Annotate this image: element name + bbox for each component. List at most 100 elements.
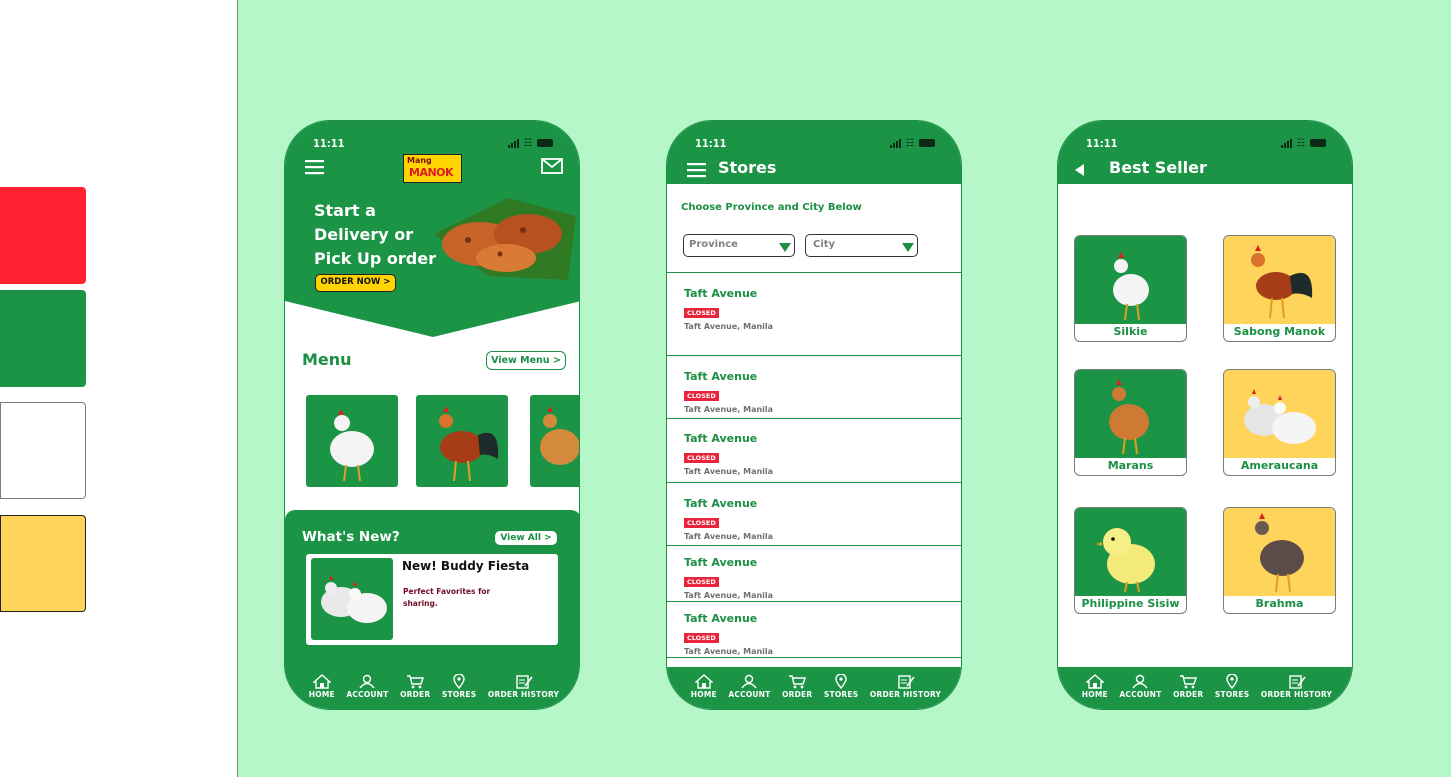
status-time: 11:11 (1086, 136, 1118, 150)
whats-new-title: What's New? (302, 529, 400, 545)
chevron-down-icon (902, 243, 914, 252)
store-item[interactable]: Taft Avenue CLOSED Taft Avenue, Manila (667, 601, 961, 658)
nav-home-label: HOME (690, 690, 717, 699)
logo-bottom-text: MANOK (409, 166, 454, 179)
product-image (1224, 370, 1335, 458)
product-image (1075, 370, 1186, 458)
product-card-brahma[interactable]: Brahma (1223, 507, 1336, 614)
closed-badge: CLOSED (684, 633, 719, 643)
status-time: 11:11 (695, 136, 727, 150)
product-label: Ameraucana (1240, 459, 1319, 472)
nav-stores[interactable]: STORES (824, 674, 858, 699)
nav-account-label: ACCOUNT (728, 690, 771, 699)
menu-item-brown-hen[interactable] (530, 395, 579, 487)
nav-stores-label: STORES (1214, 690, 1250, 699)
nav-order-history[interactable]: ORDER HISTORY (488, 674, 559, 699)
cart-icon (789, 675, 807, 689)
nav-order-history[interactable]: ORDER HISTORY (870, 674, 941, 699)
location-pin-icon (835, 674, 847, 689)
signal-icon (507, 138, 519, 148)
closed-badge: CLOSED (684, 308, 719, 318)
choose-location-text: Choose Province and City Below (681, 202, 862, 213)
nav-order[interactable]: ORDER (1173, 674, 1203, 699)
home-icon (312, 674, 331, 689)
promo-card[interactable]: New! Buddy Fiesta Perfect Favorites for … (306, 554, 558, 645)
store-item[interactable]: Taft Avenue CLOSED Taft Avenue, Manila (667, 545, 961, 601)
menu-item-white-chicken[interactable] (306, 395, 398, 487)
product-label: Philippine Sisiw (1081, 597, 1180, 610)
nav-order-history-label: ORDER HISTORY (1260, 690, 1333, 699)
promo-description: Perfect Favorites for sharing. (403, 587, 491, 608)
back-arrow-icon[interactable] (1075, 164, 1085, 176)
hero-line-1: Start a (314, 201, 376, 220)
hero-line-3: Pick Up order (314, 249, 436, 268)
hero-text: Start a Delivery or Pick Up order (314, 199, 436, 271)
product-card-silkie[interactable]: Silkie (1074, 235, 1187, 342)
nav-stores[interactable]: STORES (1215, 674, 1249, 699)
nav-order-history[interactable]: ORDER HISTORY (1261, 674, 1332, 699)
store-item[interactable]: Taft Avenue CLOSED Taft Avenue, Manila (667, 418, 961, 482)
hero-line-2: Delivery or (314, 225, 414, 244)
order-now-button[interactable]: ORDER NOW > (315, 274, 396, 292)
nav-account-label: ACCOUNT (346, 690, 389, 699)
status-time: 11:11 (313, 136, 345, 150)
menu-item-rooster[interactable] (416, 395, 508, 487)
nav-home-label: HOME (1081, 690, 1108, 699)
store-item[interactable]: Taft Avenue CLOSED Taft Avenue, Manila (667, 355, 961, 418)
nav-home-label: HOME (308, 690, 335, 699)
nav-order-history-label: ORDER HISTORY (487, 690, 560, 699)
city-select[interactable]: City (805, 234, 918, 257)
promo-title: New! Buddy Fiesta (402, 559, 530, 573)
store-address: Taft Avenue, Manila (684, 647, 774, 656)
hamburger-menu-icon[interactable] (687, 162, 707, 178)
province-select[interactable]: Province (683, 234, 795, 257)
product-card-sabong-manok[interactable]: Sabong Manok (1223, 235, 1336, 342)
closed-badge: CLOSED (684, 453, 719, 463)
product-label: Sabong Manok (1233, 325, 1326, 338)
nav-stores[interactable]: STORES (442, 674, 476, 699)
cart-icon (407, 675, 425, 689)
product-card-ameraucana[interactable]: Ameraucana (1223, 369, 1336, 476)
yellow-swatch (0, 515, 86, 612)
nav-home[interactable]: HOME (1082, 674, 1108, 699)
store-item[interactable]: Taft Avenue CLOSED Taft Avenue, Manila (667, 272, 961, 355)
status-bar: 11:11 ☷ (695, 135, 935, 151)
nav-order[interactable]: ORDER (782, 674, 812, 699)
mail-icon[interactable] (541, 158, 563, 174)
nav-home[interactable]: HOME (309, 674, 335, 699)
product-card-philippine-sisiw[interactable]: Philippine Sisiw (1074, 507, 1187, 614)
wifi-icon: ☷ (905, 137, 914, 149)
hamburger-menu-icon[interactable] (305, 159, 325, 175)
store-address: Taft Avenue, Manila (684, 591, 774, 600)
wifi-icon: ☷ (523, 137, 532, 149)
order-history-icon (515, 675, 533, 689)
nav-home[interactable]: HOME (691, 674, 717, 699)
menu-title: Menu (302, 350, 352, 369)
stores-title: Stores (718, 158, 777, 177)
nav-order-label: ORDER (782, 690, 813, 699)
nav-account[interactable]: ACCOUNT (346, 674, 388, 699)
white-swatch (0, 402, 86, 499)
battery-icon (1310, 139, 1326, 147)
store-address: Taft Avenue, Manila (684, 405, 774, 414)
product-card-marans[interactable]: Marans (1074, 369, 1187, 476)
closed-badge: CLOSED (684, 391, 719, 401)
status-bar: 11:11 ☷ (313, 135, 553, 151)
whats-new-section: What's New? View All > New! Buddy Fiesta… (285, 510, 579, 680)
battery-icon (919, 139, 935, 147)
product-label: Brahma (1255, 597, 1304, 610)
best-seller-screen: 11:11 ☷ Best Seller Silkie Sabong Manok … (1057, 120, 1353, 710)
home-icon (1085, 674, 1104, 689)
closed-badge: CLOSED (684, 518, 719, 528)
palette-panel (0, 0, 238, 777)
store-name: Taft Avenue (684, 612, 758, 625)
logo-top-text: Mang (407, 156, 432, 165)
nav-account[interactable]: ACCOUNT (1119, 674, 1161, 699)
store-item[interactable]: Taft Avenue CLOSED Taft Avenue, Manila (667, 482, 961, 545)
bottom-nav: HOME ACCOUNT ORDER STORES ORDER HISTORY (667, 667, 961, 709)
view-menu-button[interactable]: View Menu > (486, 351, 566, 370)
nav-stores-label: STORES (823, 690, 859, 699)
nav-account[interactable]: ACCOUNT (728, 674, 770, 699)
view-all-button[interactable]: View All > (494, 530, 558, 546)
nav-order[interactable]: ORDER (400, 674, 430, 699)
